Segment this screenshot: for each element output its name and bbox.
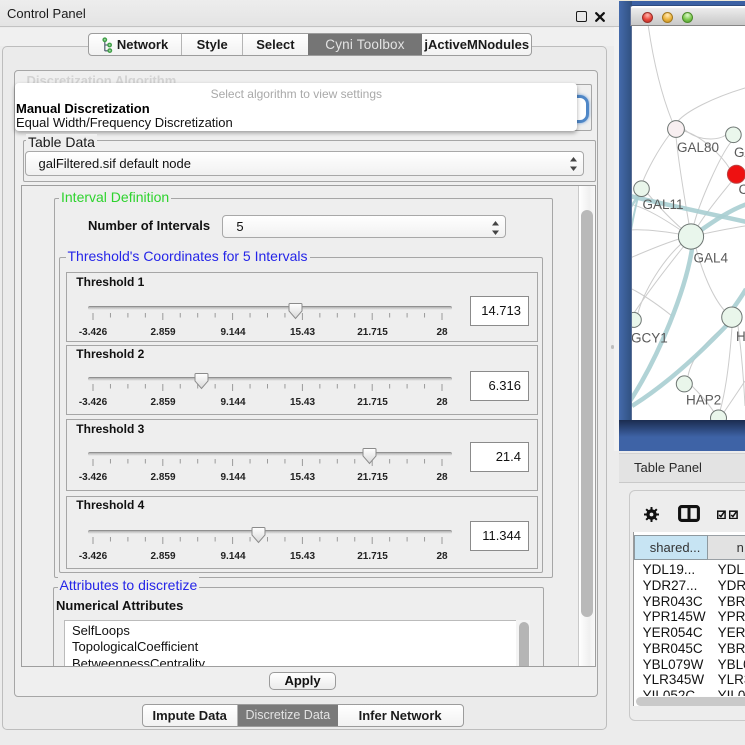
- svg-text:HAP2: HAP2: [686, 393, 721, 408]
- svg-text:C: C: [739, 182, 745, 197]
- svg-text:GCY1: GCY1: [632, 331, 668, 346]
- svg-text:GAL11: GAL11: [643, 197, 684, 212]
- svg-text:GAL4: GAL4: [694, 251, 729, 266]
- svg-text:GAL80: GAL80: [677, 140, 719, 155]
- svg-text:GA: GA: [734, 145, 745, 160]
- svg-text:HA: HA: [736, 329, 745, 344]
